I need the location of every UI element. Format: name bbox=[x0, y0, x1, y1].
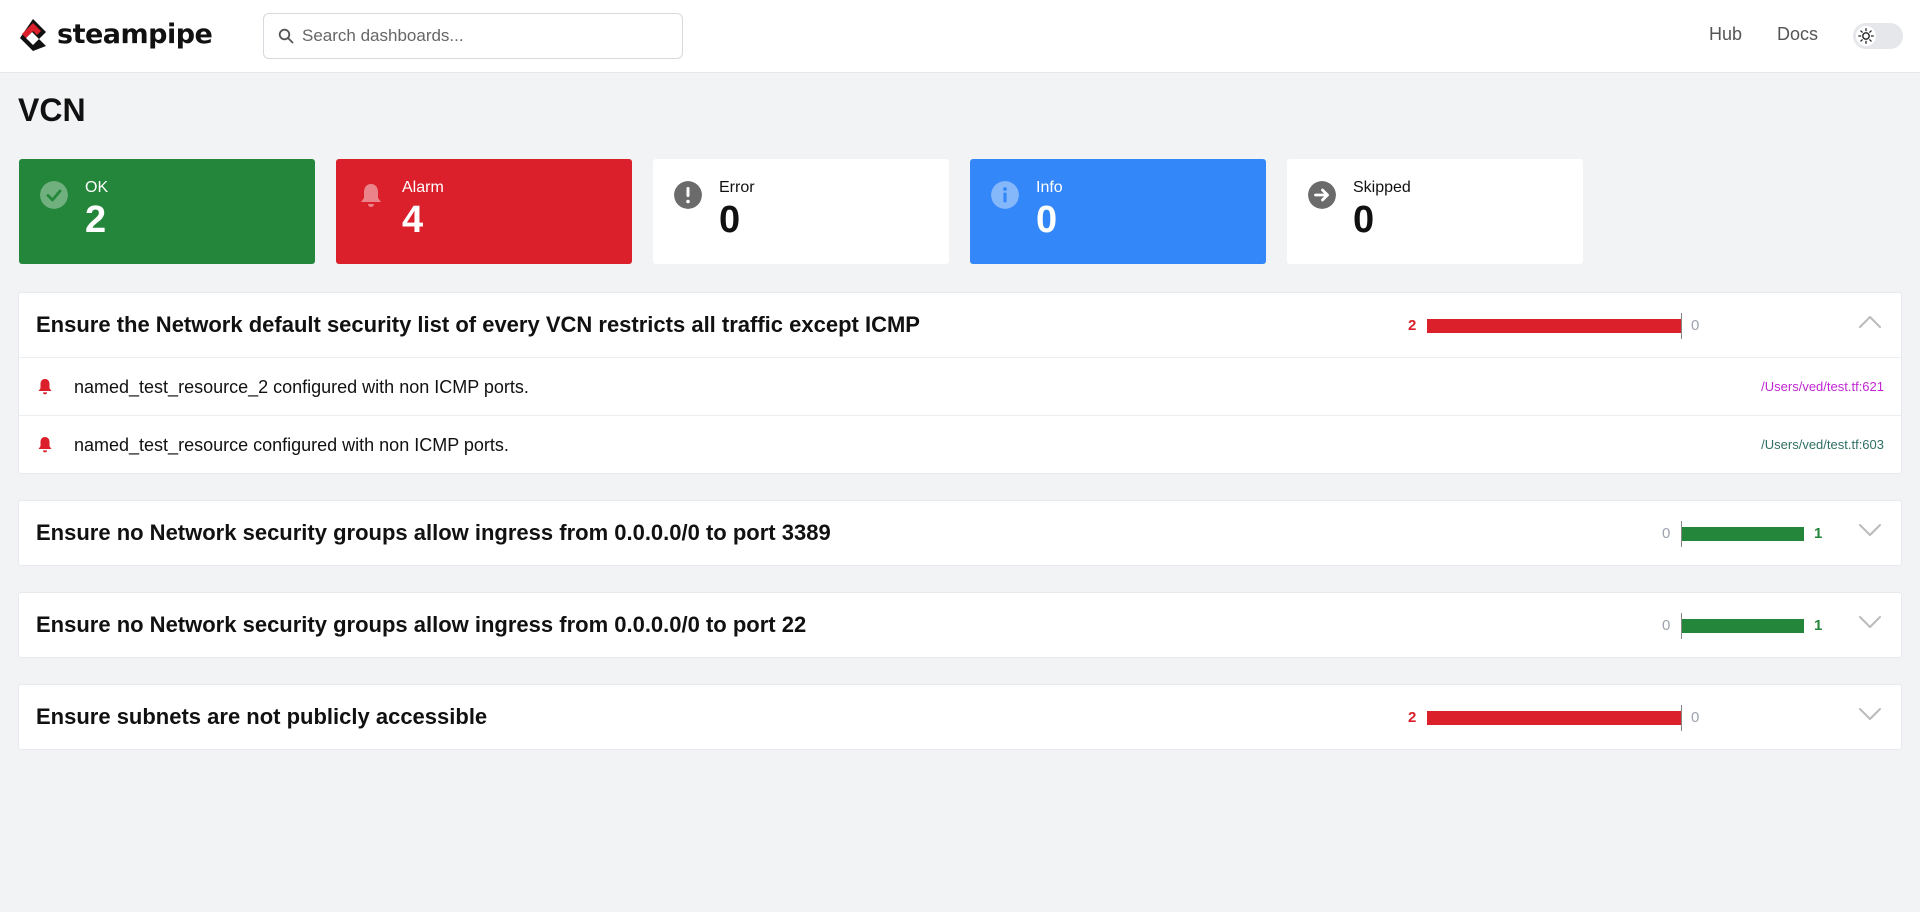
nav-hub-link[interactable]: Hub bbox=[1709, 24, 1742, 45]
summary-value: 4 bbox=[402, 199, 424, 241]
top-bar: steampipe Hub Docs bbox=[0, 0, 1920, 73]
alarm-count: 2 bbox=[1408, 709, 1417, 726]
control-panel: Ensure no Network security groups allow … bbox=[18, 500, 1902, 566]
alarm-bar bbox=[1427, 319, 1681, 333]
summary-card-skipped: Skipped 0 bbox=[1287, 159, 1583, 264]
control-title: Ensure no Network security groups allow … bbox=[36, 520, 831, 545]
summary-label: Skipped bbox=[1353, 179, 1411, 196]
summary-value: 0 bbox=[1353, 199, 1375, 241]
control-header[interactable]: Ensure no Network security groups allow … bbox=[19, 593, 1901, 657]
bell-icon bbox=[38, 379, 52, 395]
alarm-count: 0 bbox=[1662, 617, 1671, 634]
sun-icon bbox=[1856, 26, 1876, 46]
result-row: named_test_resource_2 configured with no… bbox=[19, 357, 1901, 415]
summary-value: 0 bbox=[1036, 199, 1058, 241]
bell-icon bbox=[38, 437, 52, 453]
chevron-down-icon[interactable] bbox=[1859, 615, 1881, 629]
control-panel: Ensure no Network security groups allow … bbox=[18, 592, 1902, 658]
check-circle-icon bbox=[40, 181, 68, 209]
steampipe-logo[interactable]: steampipe bbox=[17, 17, 213, 53]
control-header[interactable]: Ensure no Network security groups allow … bbox=[19, 501, 1901, 565]
summary-card-info: Info 0 bbox=[970, 159, 1266, 264]
control-title: Ensure the Network default security list… bbox=[36, 312, 920, 337]
result-text: named_test_resource_2 configured with no… bbox=[74, 377, 529, 397]
logo-text: steampipe bbox=[57, 19, 213, 50]
nav-docs-link[interactable]: Docs bbox=[1777, 24, 1818, 45]
summary-card-ok: OK 2 bbox=[19, 159, 315, 264]
page-title: VCN bbox=[18, 92, 86, 128]
ok-count: 0 bbox=[1691, 709, 1700, 726]
result-source-path[interactable]: /Users/ved/test.tf:603 bbox=[1761, 437, 1884, 452]
ok-bar bbox=[1682, 527, 1804, 541]
exclamation-circle-icon bbox=[674, 181, 702, 209]
search-box[interactable] bbox=[263, 13, 683, 59]
summary-label: Info bbox=[1036, 179, 1063, 196]
chevron-down-icon[interactable] bbox=[1859, 523, 1881, 537]
search-icon bbox=[278, 28, 294, 44]
summary-card-error: Error 0 bbox=[653, 159, 949, 264]
bell-icon bbox=[361, 184, 381, 207]
ok-count: 1 bbox=[1814, 617, 1823, 634]
result-source-path[interactable]: /Users/ved/test.tf:621 bbox=[1761, 379, 1884, 394]
ok-count: 1 bbox=[1814, 525, 1823, 542]
steampipe-logo-icon bbox=[20, 19, 46, 51]
arrow-right-circle-icon bbox=[1308, 181, 1336, 209]
control-panel: Ensure the Network default security list… bbox=[18, 292, 1902, 474]
control-header[interactable]: Ensure the Network default security list… bbox=[19, 293, 1901, 357]
summary-label: Alarm bbox=[402, 179, 444, 196]
alarm-count: 0 bbox=[1662, 525, 1671, 542]
control-header[interactable]: Ensure subnets are not publicly accessib… bbox=[19, 685, 1901, 749]
chevron-down-icon[interactable] bbox=[1859, 707, 1881, 721]
summary-label: Error bbox=[719, 179, 755, 196]
theme-toggle[interactable] bbox=[1853, 23, 1903, 49]
control-panel: Ensure subnets are not publicly accessib… bbox=[18, 684, 1902, 750]
result-row: named_test_resource configured with non … bbox=[19, 415, 1901, 473]
control-title: Ensure subnets are not publicly accessib… bbox=[36, 704, 488, 729]
summary-label: OK bbox=[85, 179, 109, 196]
summary-value: 0 bbox=[719, 199, 741, 241]
result-text: named_test_resource configured with non … bbox=[74, 435, 509, 455]
bar-divider bbox=[1681, 313, 1682, 339]
ok-bar bbox=[1682, 619, 1804, 633]
info-circle-icon bbox=[991, 181, 1019, 209]
control-title: Ensure no Network security groups allow … bbox=[36, 612, 807, 637]
bar-divider bbox=[1681, 705, 1682, 731]
chevron-up-icon[interactable] bbox=[1859, 315, 1881, 329]
summary-value: 2 bbox=[85, 199, 107, 241]
alarm-bar bbox=[1427, 711, 1681, 725]
alarm-count: 2 bbox=[1408, 317, 1417, 334]
search-input[interactable] bbox=[302, 26, 682, 46]
ok-count: 0 bbox=[1691, 317, 1700, 334]
summary-card-alarm: Alarm 4 bbox=[336, 159, 632, 264]
